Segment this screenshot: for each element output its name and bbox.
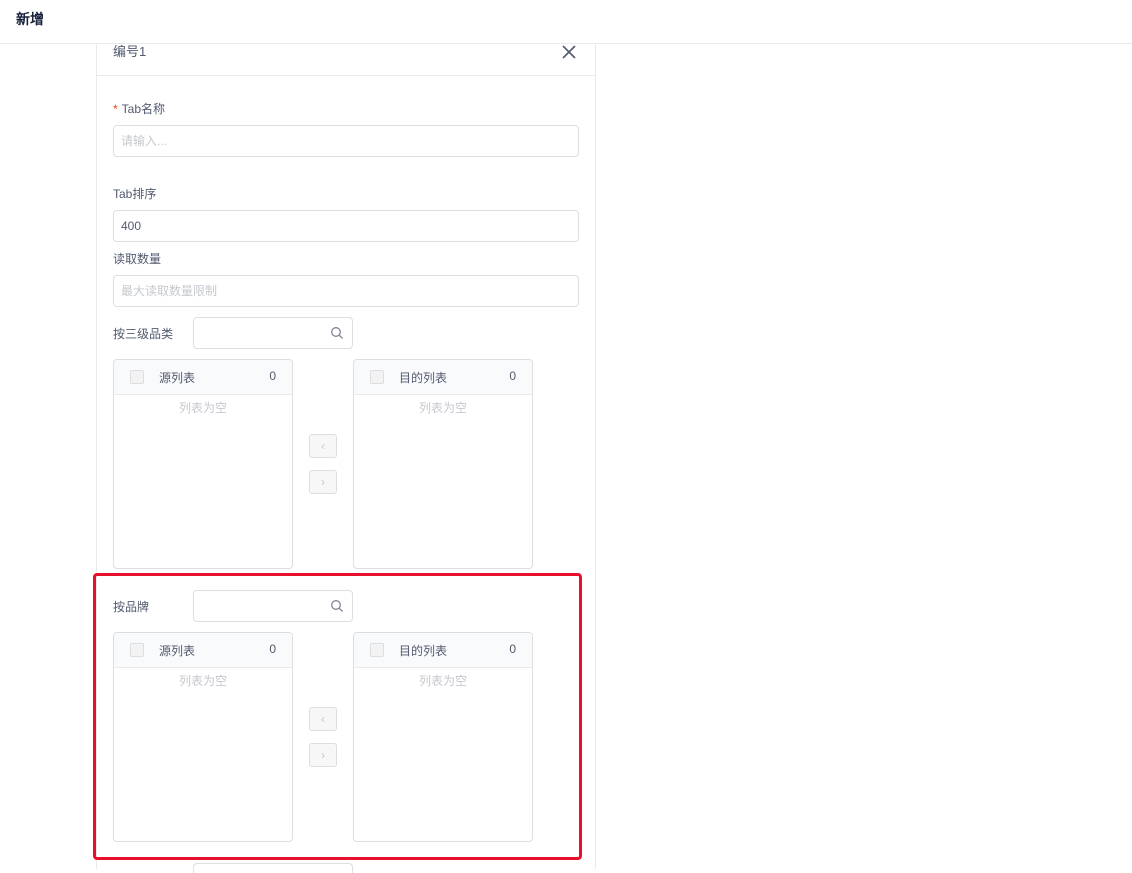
page-title: 新增 xyxy=(16,11,44,27)
category-filter-label: 按三级品类 xyxy=(113,327,174,341)
tab-order-label: Tab排序 xyxy=(113,187,157,201)
category-source-header: 源列表 0 xyxy=(114,360,292,395)
brand-target-empty-text: 列表为空 xyxy=(418,674,467,688)
brand-target-list: 目的列表 0 列表为空 xyxy=(353,632,533,842)
required-mark: * xyxy=(113,102,118,116)
category-target-list: 目的列表 0 列表为空 xyxy=(353,359,533,569)
category-search-input[interactable] xyxy=(194,318,324,348)
brand-source-select-all-checkbox[interactable] xyxy=(130,643,144,657)
tab-name-input[interactable] xyxy=(113,125,579,157)
brand-target-title: 目的列表 xyxy=(399,644,448,658)
category-source-select-all-checkbox[interactable] xyxy=(130,370,144,384)
next-section-search[interactable] xyxy=(193,863,353,873)
brand-move-left-button[interactable]: ‹ xyxy=(309,707,337,731)
category-move-right-button[interactable]: › xyxy=(309,470,337,494)
brand-target-select-all-checkbox[interactable] xyxy=(370,643,384,657)
brand-source-count: 0 xyxy=(269,642,276,656)
brand-source-title: 源列表 xyxy=(159,644,196,658)
category-search xyxy=(193,317,353,349)
brand-source-empty-text: 列表为空 xyxy=(178,674,227,688)
panel-header: 编号1 xyxy=(97,44,595,76)
category-move-left-button[interactable]: ‹ xyxy=(309,434,337,458)
brand-source-list: 源列表 0 列表为空 xyxy=(113,632,293,842)
tab-order-input[interactable] xyxy=(113,210,579,242)
close-icon[interactable] xyxy=(561,44,577,60)
category-source-count: 0 xyxy=(269,369,276,383)
search-icon[interactable] xyxy=(330,599,344,613)
tab-name-label-text: Tab名称 xyxy=(121,102,166,116)
brand-search-input[interactable] xyxy=(194,591,324,621)
category-target-title: 目的列表 xyxy=(399,371,448,385)
chevron-left-icon: ‹ xyxy=(321,439,325,453)
category-target-header: 目的列表 0 xyxy=(354,360,532,395)
chevron-right-icon: › xyxy=(321,748,325,762)
read-count-label: 读取数量 xyxy=(113,252,162,266)
brand-target-header: 目的列表 0 xyxy=(354,633,532,668)
category-source-list: 源列表 0 列表为空 xyxy=(113,359,293,569)
category-target-count: 0 xyxy=(509,369,516,383)
brand-move-right-button[interactable]: › xyxy=(309,743,337,767)
brand-filter-label: 按品牌 xyxy=(113,600,150,614)
chevron-right-icon: › xyxy=(321,475,325,489)
brand-target-count: 0 xyxy=(509,642,516,656)
page-header: 新增 xyxy=(0,0,1132,44)
category-source-title: 源列表 xyxy=(159,371,196,385)
chevron-left-icon: ‹ xyxy=(321,712,325,726)
category-target-empty-text: 列表为空 xyxy=(418,401,467,415)
category-target-select-all-checkbox[interactable] xyxy=(370,370,384,384)
tab-name-label: * Tab名称 xyxy=(113,100,165,117)
brand-search xyxy=(193,590,353,622)
read-count-input[interactable] xyxy=(113,275,579,307)
panel-title: 编号1 xyxy=(113,44,147,59)
category-source-empty-text: 列表为空 xyxy=(178,401,227,415)
search-icon[interactable] xyxy=(330,326,344,340)
brand-source-header: 源列表 0 xyxy=(114,633,292,668)
